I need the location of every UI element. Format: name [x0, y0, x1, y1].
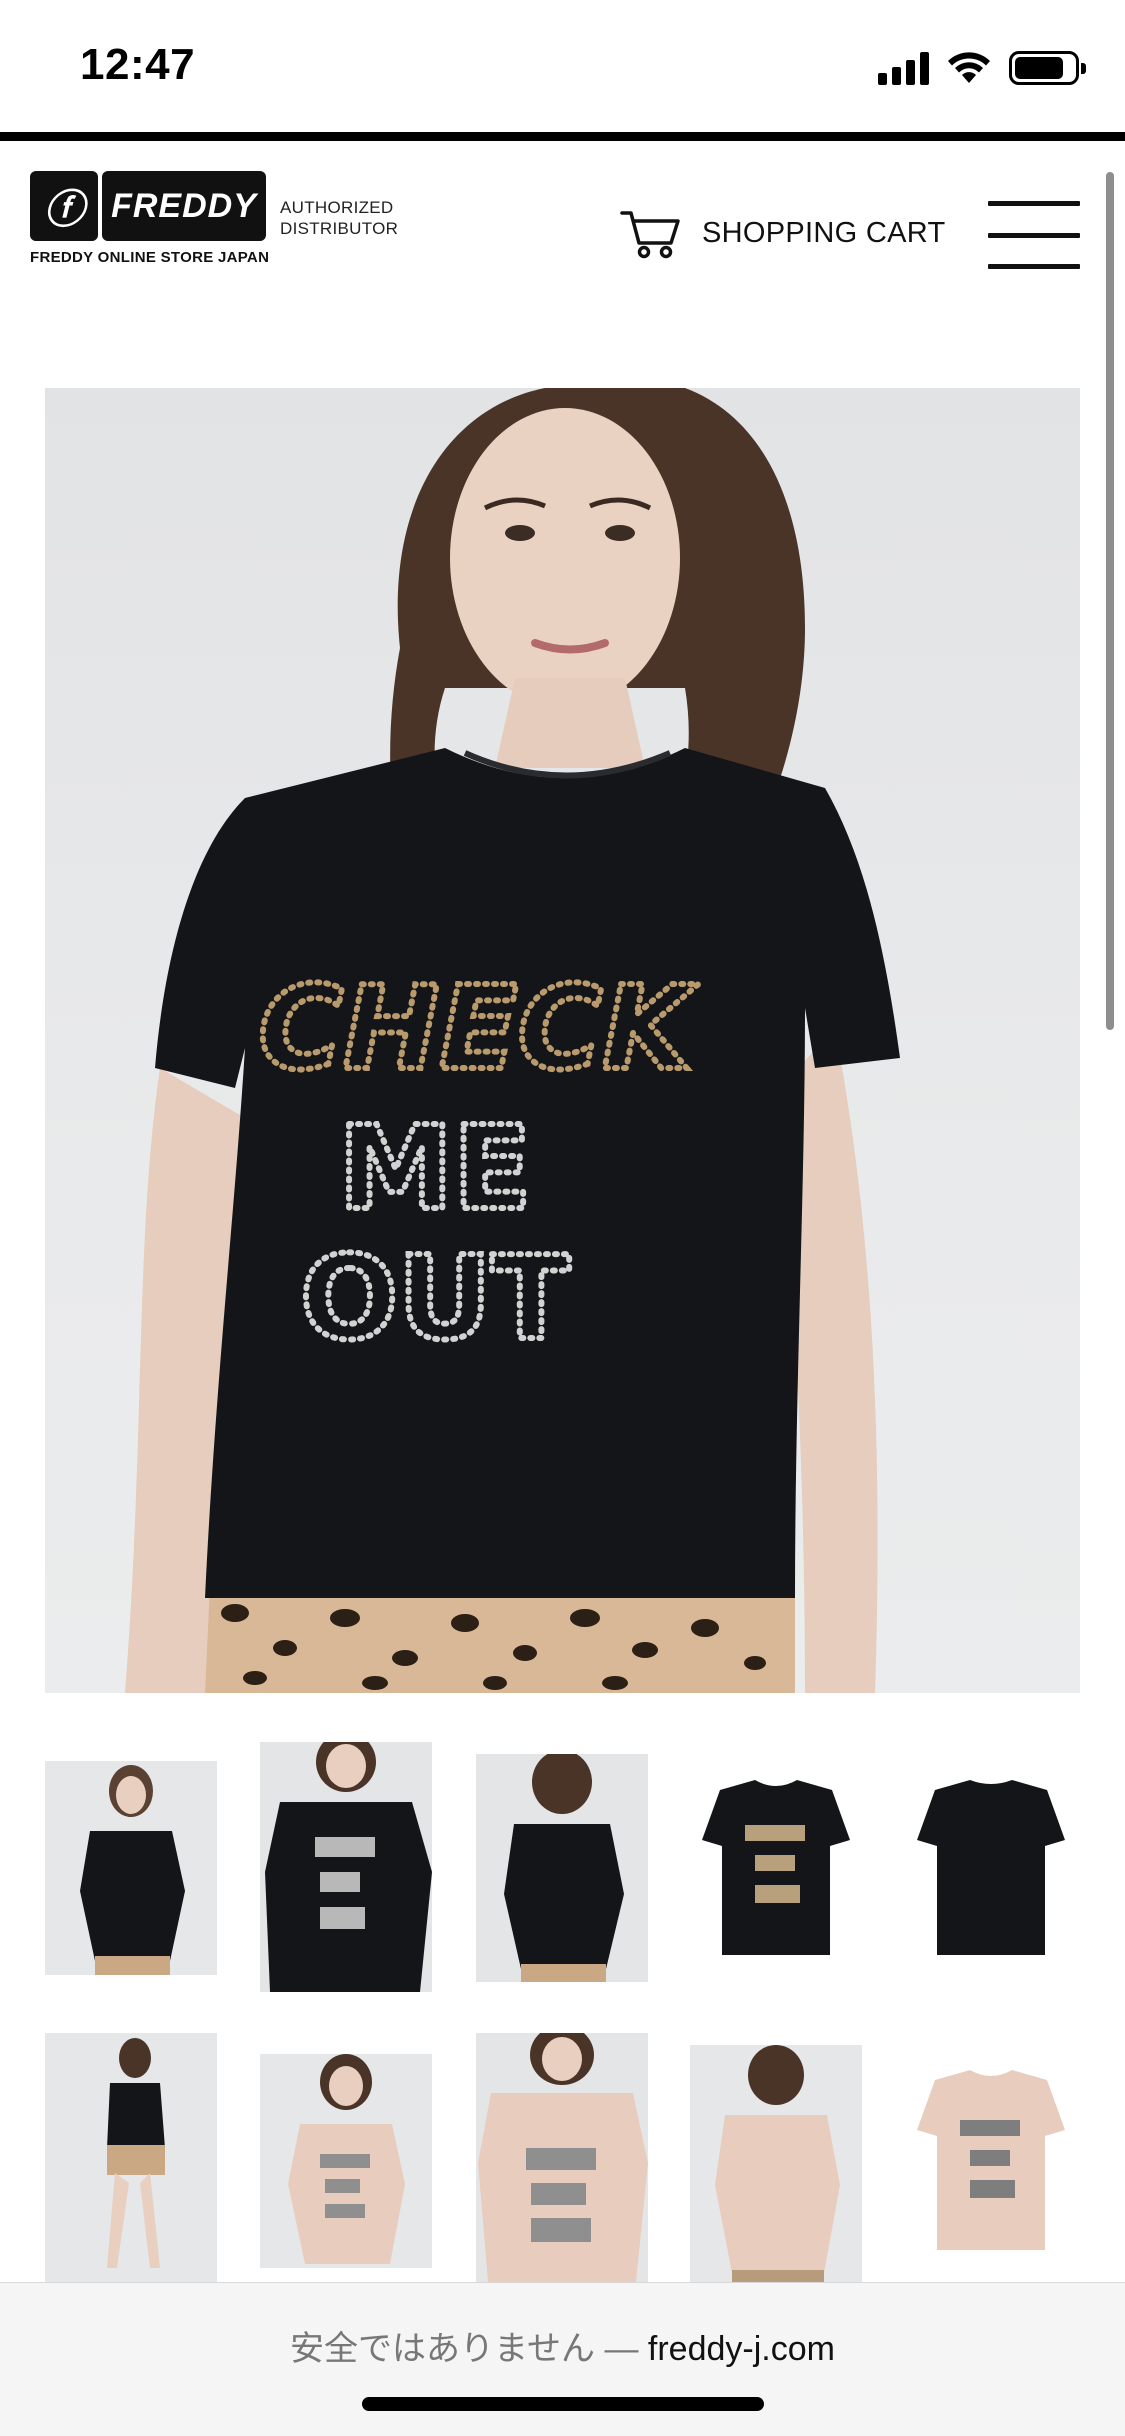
product-thumbnail[interactable] — [45, 2033, 217, 2282]
battery-icon — [1009, 51, 1086, 85]
address-domain: freddy-j.com — [647, 2330, 835, 2368]
header-top-rule — [0, 132, 1125, 141]
freddy-logo-mark[interactable]: ⓕ — [30, 171, 98, 241]
home-indicator[interactable] — [362, 2397, 764, 2411]
authorized-distributor-label: AUTHORIZED DISTRIBUTOR — [280, 198, 399, 238]
browser-address-bar[interactable]: 安全ではありません — freddy-j.com — [0, 2282, 1125, 2436]
shopping-cart-label: SHOPPING CART — [702, 216, 946, 249]
status-time: 12:47 — [80, 40, 196, 89]
hamburger-menu-icon[interactable] — [988, 201, 1080, 269]
svg-text:OUT: OUT — [300, 1232, 570, 1366]
product-thumbnail[interactable] — [45, 1761, 217, 1975]
logo-subtitle: FREDDY ONLINE STORE JAPAN — [30, 249, 270, 266]
freddy-logo-wordmark[interactable]: FREDDY — [102, 171, 266, 241]
site-header: ⓕ FREDDY FREDDY ONLINE STORE JAPAN AUTHO… — [0, 141, 1125, 321]
product-thumbnail[interactable] — [260, 2054, 432, 2268]
svg-text:CHECK: CHECK — [259, 962, 700, 1096]
product-thumbnail[interactable] — [905, 2060, 1077, 2260]
wifi-icon — [948, 52, 990, 83]
address-text[interactable]: 安全ではありません — freddy-j.com — [0, 2321, 1125, 2370]
main-product-image[interactable]: CHECK ME OUT — [45, 388, 1080, 1693]
address-separator: — — [604, 2330, 639, 2368]
scrollbar[interactable] — [1106, 172, 1114, 1030]
shopping-cart-link[interactable]: SHOPPING CART — [620, 207, 945, 259]
product-thumbnail[interactable] — [690, 1770, 862, 1962]
svg-text:ME: ME — [339, 1102, 532, 1236]
shopping-cart-icon — [620, 211, 680, 259]
product-thumbnail[interactable] — [476, 1754, 648, 1982]
status-icons — [878, 48, 1086, 88]
cellular-signal-icon — [878, 51, 929, 85]
product-thumbnail[interactable] — [476, 2033, 648, 2282]
status-bar: 12:47 — [0, 0, 1125, 132]
product-thumbnail[interactable] — [260, 1742, 432, 1992]
product-thumbnail[interactable] — [690, 2045, 862, 2282]
not-secure-label: 安全ではありません — [290, 2330, 595, 2368]
product-thumbnail[interactable] — [905, 1770, 1077, 1962]
